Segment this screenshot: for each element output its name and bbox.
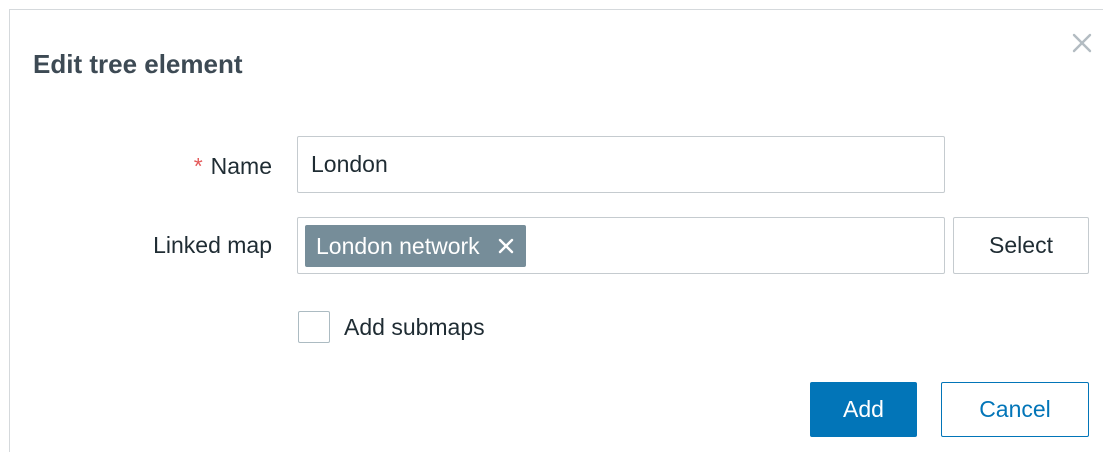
add-submaps-checkbox[interactable] (298, 311, 330, 343)
edit-tree-element-dialog: Edit tree element * Name Linked map Londo… (9, 9, 1103, 452)
dialog-title: Edit tree element (33, 49, 243, 79)
cancel-button[interactable]: Cancel (941, 382, 1089, 437)
linked-map-tag: London network (305, 225, 526, 267)
name-label-text: Name (210, 153, 272, 179)
required-marker: * (193, 153, 203, 179)
close-icon (1069, 30, 1095, 56)
add-submaps-label[interactable]: Add submaps (344, 314, 485, 341)
name-label: * Name (194, 152, 272, 180)
add-button[interactable]: Add (810, 382, 917, 437)
select-map-button[interactable]: Select (953, 217, 1089, 274)
linked-map-multiselect[interactable]: London network (297, 217, 945, 274)
close-button[interactable] (1069, 30, 1095, 56)
linked-map-tag-label: London network (316, 233, 480, 259)
add-submaps-row: Add submaps (298, 310, 485, 344)
tag-remove-icon[interactable] (498, 238, 514, 254)
name-input[interactable] (297, 136, 945, 193)
linked-map-label: Linked map (153, 232, 272, 258)
